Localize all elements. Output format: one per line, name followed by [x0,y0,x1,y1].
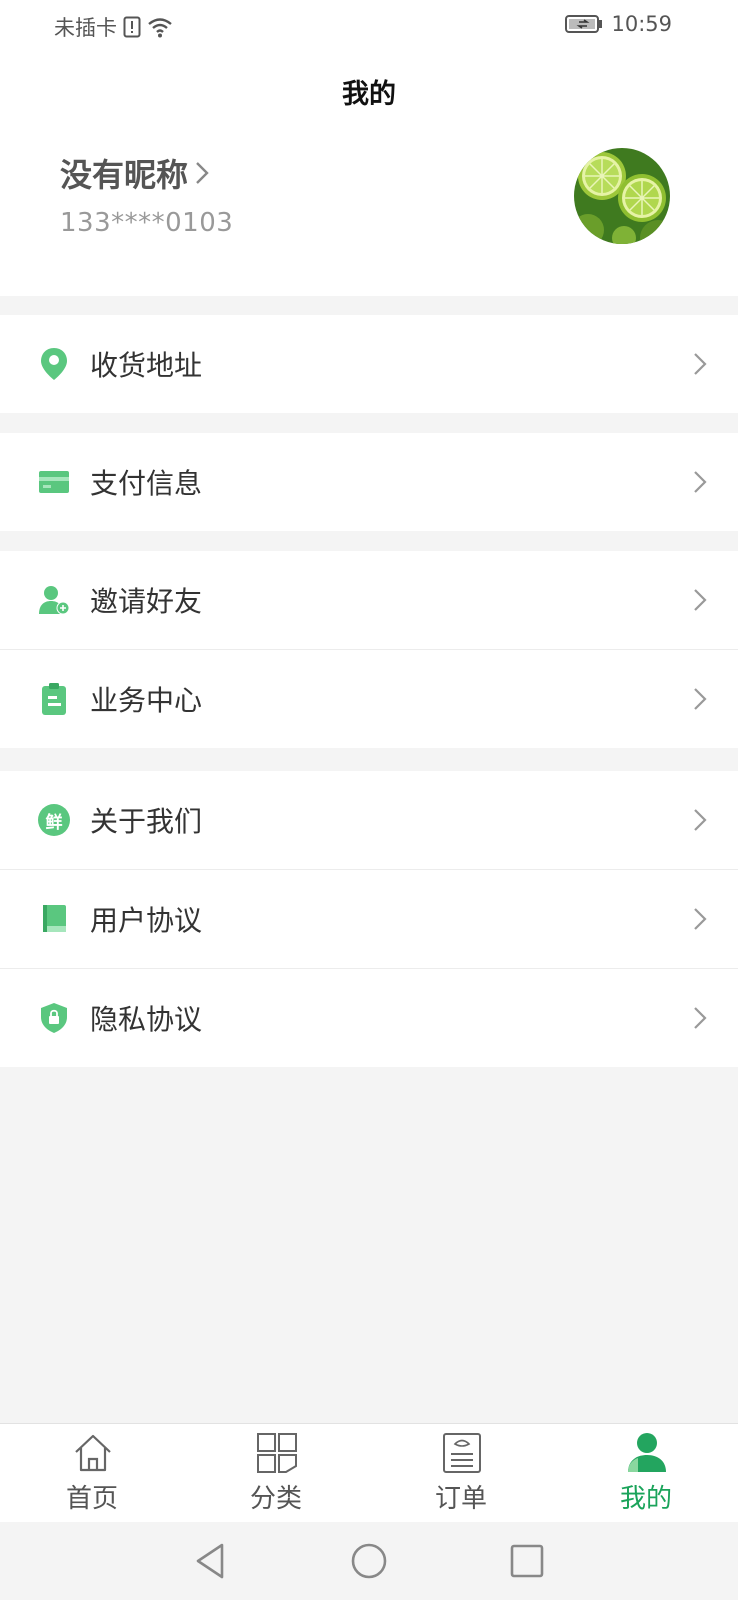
nickname: 没有昵称 [60,156,189,194]
chevron-right-icon [196,162,209,184]
clock: 10:59 [611,12,672,36]
menu-group-about: 鲜 关于我们 用户协议 隐私协议 [0,771,738,1067]
bottom-tab-bar: 首页 分类 订单 我的 [0,1423,738,1522]
sim-alert-icon [123,16,141,38]
menu-item-payment[interactable]: 支付信息 [0,433,738,531]
fresh-badge-icon: 鲜 [38,804,70,836]
chevron-right-icon [694,353,707,375]
chevron-right-icon [694,688,707,710]
menu-label: 支付信息 [90,467,203,500]
menu-group-payment: 支付信息 [0,433,738,531]
add-user-icon [38,584,70,616]
phone-number: 133****0103 [60,208,234,238]
home-icon [75,1434,111,1472]
chevron-right-icon [694,809,707,831]
menu-label: 邀请好友 [90,585,203,618]
order-list-icon [443,1433,481,1473]
menu-group-invite: 邀请好友 业务中心 [0,551,738,748]
carrier-text: 未插卡 [54,16,117,40]
chevron-right-icon [694,589,707,611]
chevron-right-icon [694,1007,707,1029]
tab-home[interactable]: 首页 [32,1424,152,1522]
home-circle-icon[interactable] [348,1540,390,1582]
chevron-right-icon [694,471,707,493]
tab-label: 我的 [619,1484,672,1514]
menu-item-invite[interactable]: 邀请好友 [0,551,738,649]
location-pin-icon [38,348,70,380]
avatar[interactable] [574,148,670,244]
menu-label: 关于我们 [90,805,203,838]
wifi-icon [148,18,172,38]
status-bar: 未插卡 10:59 [0,0,738,52]
page-title: 我的 [342,79,396,110]
tab-orders[interactable]: 订单 [401,1424,521,1522]
nickname-link[interactable]: 没有昵称 [60,150,212,196]
menu-item-user-agreement[interactable]: 用户协议 [0,869,738,968]
profile-icon [628,1433,666,1472]
shield-lock-icon [38,1002,70,1034]
system-nav-bar [0,1522,738,1600]
book-icon [38,903,70,935]
menu-label: 收货地址 [90,349,203,382]
tab-profile[interactable]: 我的 [586,1424,706,1522]
profile-header: 我的 没有昵称 133****0103 [0,52,738,296]
menu-group-address: 收货地址 [0,315,738,413]
menu-item-address[interactable]: 收货地址 [0,315,738,413]
recents-square-icon[interactable] [506,1540,548,1582]
menu-label: 业务中心 [90,684,203,717]
menu-item-business-center[interactable]: 业务中心 [0,649,738,748]
category-grid-icon [257,1433,297,1473]
chevron-right-icon [694,908,707,930]
tab-category[interactable]: 分类 [216,1424,336,1522]
tab-label: 首页 [65,1484,118,1514]
back-triangle-icon[interactable] [190,1540,232,1582]
clipboard-icon [38,683,70,715]
battery-icon [565,15,603,33]
menu-label: 用户协议 [90,904,203,937]
menu-item-privacy[interactable]: 隐私协议 [0,968,738,1067]
menu-item-about[interactable]: 鲜 关于我们 [0,771,738,869]
tab-label: 订单 [434,1484,487,1514]
credit-card-icon [38,466,70,498]
tab-label: 分类 [249,1484,302,1514]
menu-label: 隐私协议 [90,1003,203,1036]
